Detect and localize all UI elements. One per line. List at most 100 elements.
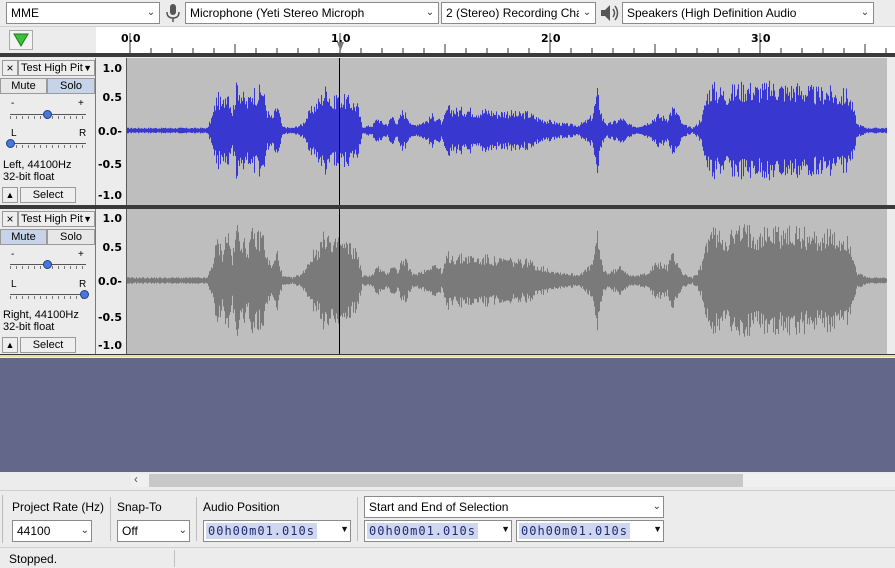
playhead-marker-icon [337, 42, 344, 51]
select-track-button[interactable]: Select [20, 337, 76, 353]
edit-cursor [339, 58, 340, 205]
track-format-info: Left, 44100Hz 32-bit float [3, 159, 72, 183]
gain-slider[interactable] [10, 108, 86, 122]
scale-label: 0.5 [102, 91, 123, 104]
pan-slider[interactable] [10, 288, 89, 302]
edit-cursor [339, 209, 340, 354]
horizontal-scrollbar[interactable]: ‹ [0, 472, 895, 489]
scale-label: 1.0 [102, 62, 123, 75]
tick-label-2: 2.0 [541, 32, 561, 45]
sample-format-text: 32-bit float [3, 321, 55, 333]
gain-slider-knob[interactable] [43, 260, 52, 269]
waveform-left [127, 80, 887, 181]
audio-track-left: × Test High Pit ▼ Mute Solo - + L R Left… [0, 58, 895, 205]
selection-start-value: 00h00m01.010s [367, 523, 478, 539]
collapse-track-button[interactable]: ▲ [2, 187, 18, 203]
status-divider [174, 550, 175, 567]
snap-to-label: Snap-To [117, 500, 162, 514]
dropdown-arrow-icon: ▼ [83, 214, 92, 224]
scale-label: 0.0- [97, 125, 122, 138]
recording-device-value: Microphone (Yeti Stereo Microph [190, 6, 365, 20]
pan-slider-knob[interactable] [80, 290, 89, 299]
tick-label-3: 3.0 [751, 32, 771, 45]
audio-position-time[interactable]: 00h00m01.010s ▼ [203, 520, 351, 542]
empty-track-area[interactable] [0, 358, 895, 472]
toolbar-grip[interactable] [2, 495, 6, 543]
chevron-down-icon: ⌄ [857, 3, 873, 23]
chevron-down-icon: ⌄ [143, 3, 159, 23]
dropdown-arrow-icon[interactable]: ▼ [653, 524, 662, 534]
device-toolbar: MME ⌄ Microphone (Yeti Stereo Microph ⌄ … [0, 0, 895, 27]
recording-channels-value: 2 (Stereo) Recording Chai [446, 6, 586, 20]
toolbar-separator [110, 497, 111, 541]
snap-to-value: Off [122, 524, 138, 538]
selection-toolbar: Project Rate (Hz) 44100 ⌄ Snap-To Off ⌄ … [0, 490, 895, 546]
scale-label: -0.5 [97, 311, 122, 324]
audio-position-value: 00h00m01.010s [206, 523, 317, 539]
mute-button[interactable]: Mute [0, 229, 47, 245]
track-name: Test High Pit [21, 213, 83, 225]
project-rate-value: 44100 [17, 524, 51, 538]
project-rate-select[interactable]: 44100 ⌄ [12, 520, 92, 542]
status-bar: Stopped. [0, 547, 895, 568]
scale-label: 1.0 [102, 212, 123, 225]
track-name-menu[interactable]: Test High Pit ▼ [18, 211, 95, 227]
speaker-icon [601, 5, 619, 21]
channel-rate-text: Left, 44100Hz [3, 159, 72, 171]
scale-label: -0.5 [97, 158, 122, 171]
pan-slider[interactable] [6, 137, 86, 151]
selection-mode-select[interactable]: Start and End of Selection ⌄ [364, 496, 664, 518]
waveform-right [127, 224, 887, 337]
toolbar-separator [357, 497, 358, 541]
ruler-divider [0, 53, 895, 57]
dropdown-arrow-icon[interactable]: ▼ [340, 524, 349, 534]
gain-slider[interactable] [10, 258, 86, 272]
status-text: Stopped. [9, 552, 58, 566]
scroll-left-icon[interactable]: ‹ [134, 472, 138, 486]
close-track-button[interactable]: × [2, 211, 18, 227]
audio-host-select[interactable]: MME ⌄ [6, 2, 160, 24]
selection-end-value: 00h00m01.010s [519, 523, 630, 539]
track-format-info: Right, 44100Hz 32-bit float [3, 309, 79, 333]
solo-button[interactable]: Solo [47, 78, 95, 94]
project-rate-label: Project Rate (Hz) [12, 500, 105, 514]
chevron-down-icon: ⌄ [80, 525, 89, 536]
channel-rate-text: Right, 44100Hz [3, 309, 79, 321]
gain-slider-knob[interactable] [43, 110, 52, 119]
recording-device-select[interactable]: Microphone (Yeti Stereo Microph ⌄ [185, 2, 439, 24]
playback-device-value: Speakers (High Definition Audio [627, 6, 797, 20]
selection-end-time[interactable]: 00h00m01.010s ▼ [516, 520, 664, 542]
track-control-panel: × Test High Pit ▼ Mute Solo - + L R Left… [0, 58, 96, 205]
track-name-menu[interactable]: Test High Pit ▼ [18, 60, 95, 76]
tick-label-0: 0.0 [121, 32, 141, 45]
mute-button[interactable]: Mute [0, 78, 47, 94]
audio-track-right: × Test High Pit ▼ Mute Solo - + L R Righ… [0, 209, 895, 354]
scrollbar-thumb[interactable] [149, 474, 743, 487]
ruler-ticks [129, 33, 887, 53]
selection-start-time[interactable]: 00h00m01.010s ▼ [364, 520, 512, 542]
play-head-button[interactable] [9, 30, 33, 50]
waveform-display[interactable] [127, 209, 887, 354]
scale-label: 0.0- [97, 275, 122, 288]
close-track-button[interactable]: × [2, 60, 18, 76]
microphone-icon [166, 4, 180, 22]
audio-position-label: Audio Position [203, 500, 280, 514]
pan-slider-knob[interactable] [6, 139, 15, 148]
toolbar-separator [196, 497, 197, 541]
track-control-panel: × Test High Pit ▼ Mute Solo - + L R Righ… [0, 209, 96, 354]
audio-host-value: MME [11, 6, 39, 20]
collapse-track-button[interactable]: ▲ [2, 337, 18, 353]
track-focus-border [0, 354, 895, 357]
recording-channels-select[interactable]: 2 (Stereo) Recording Chai ⌄ [441, 2, 596, 24]
chevron-down-icon: ⌄ [652, 501, 661, 512]
timeline-ruler[interactable]: 0.0 1.0 2.0 3.0 [0, 27, 895, 56]
select-track-button[interactable]: Select [20, 187, 76, 203]
dropdown-arrow-icon[interactable]: ▼ [501, 524, 510, 534]
sample-format-text: 32-bit float [3, 171, 55, 183]
playback-device-select[interactable]: Speakers (High Definition Audio ⌄ [622, 2, 874, 24]
solo-button[interactable]: Solo [47, 229, 95, 245]
waveform-display[interactable] [127, 58, 887, 205]
snap-to-select[interactable]: Off ⌄ [117, 520, 190, 542]
selection-mode-value: Start and End of Selection [369, 500, 509, 514]
amplitude-scale: 1.0 0.5 0.0- -0.5 -1.0 [96, 209, 127, 354]
